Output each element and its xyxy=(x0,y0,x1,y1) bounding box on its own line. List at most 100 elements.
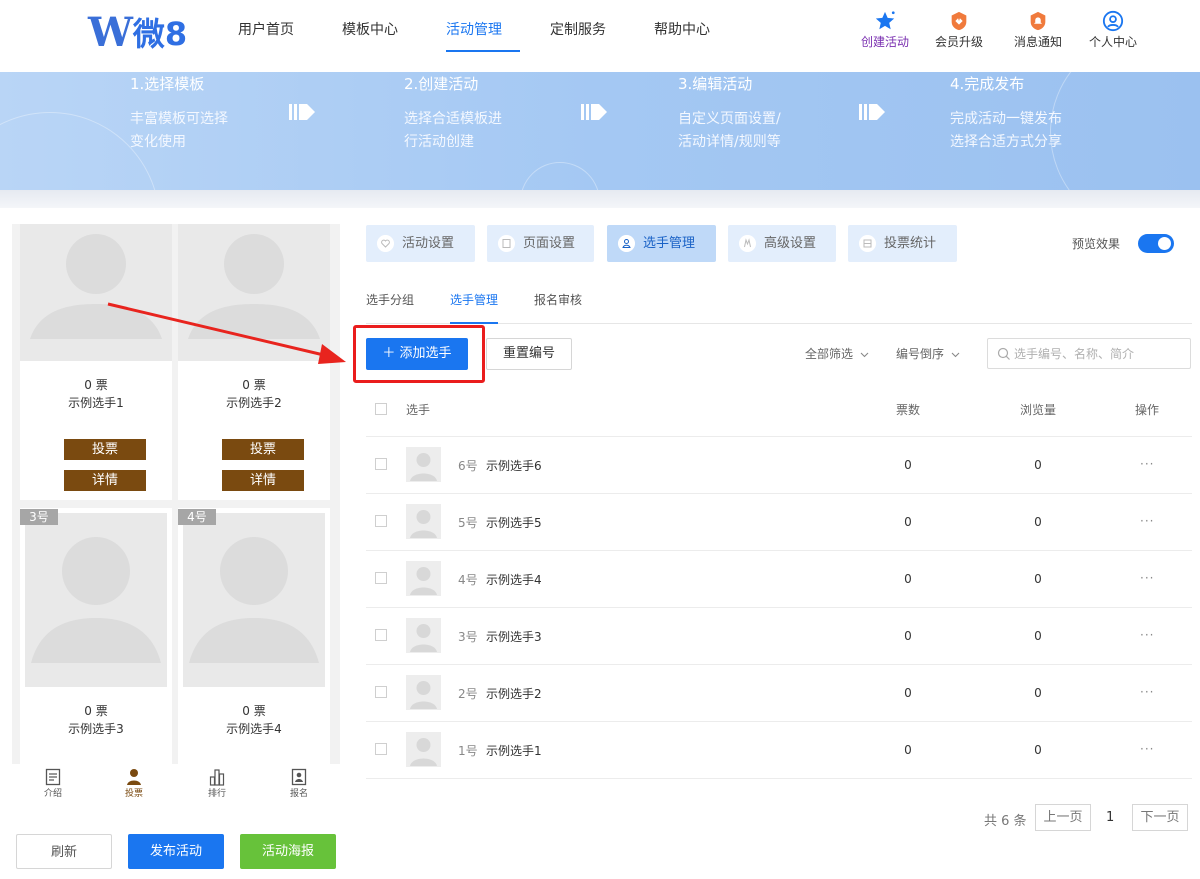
row-votes: 0 xyxy=(904,515,912,529)
filter-label: 全部筛选 xyxy=(805,347,854,361)
row-checkbox[interactable] xyxy=(375,686,387,698)
contestant-avatar xyxy=(406,675,441,710)
nav-custom-service[interactable]: 定制服务 xyxy=(550,20,606,52)
tab-page-settings[interactable]: 页面设置 xyxy=(487,225,594,262)
prev-page-button[interactable]: 上一页 xyxy=(1035,804,1091,831)
more-actions-button[interactable]: ··· xyxy=(1140,628,1154,642)
step-title: 1.选择模板 xyxy=(130,75,205,93)
nav-template-center[interactable]: 模板中心 xyxy=(342,20,398,52)
contestant-name: 示例选手5 xyxy=(486,516,542,530)
step-desc-line: 选择合适模板进 xyxy=(404,111,502,127)
row-views: 0 xyxy=(1034,515,1042,529)
tab-intro[interactable]: 介绍 xyxy=(28,768,78,799)
contestant-name: 示例选手2 xyxy=(226,396,282,410)
contestant-number: 4号 xyxy=(458,573,478,587)
detail-button[interactable]: 详情 xyxy=(222,470,304,491)
row-checkbox[interactable] xyxy=(375,572,387,584)
subtab-contestant-management[interactable]: 选手管理 xyxy=(450,291,498,308)
tab-vote[interactable]: 投票 xyxy=(109,768,159,799)
tab-label: 投票统计 xyxy=(884,236,937,251)
row-checkbox[interactable] xyxy=(375,629,387,641)
row-checkbox[interactable] xyxy=(375,743,387,755)
preview-toggle[interactable] xyxy=(1138,234,1174,253)
personal-center-label: 个人中心 xyxy=(1088,35,1137,49)
step-desc-line: 自定义页面设置/ xyxy=(678,111,781,127)
contestant-number-badge: 3号 xyxy=(20,509,58,525)
header-votes: 票数 xyxy=(896,403,921,417)
contestant-name: 示例选手4 xyxy=(486,573,542,587)
contestant-photo xyxy=(183,513,325,687)
row-checkbox[interactable] xyxy=(375,515,387,527)
subtab-signup-review[interactable]: 报名审核 xyxy=(534,291,582,308)
document-icon xyxy=(45,768,61,786)
chevron-down-icon xyxy=(951,352,960,357)
nav-help-center[interactable]: 帮助中心 xyxy=(654,20,710,52)
contestant-card[interactable]: 3号 0 票 示例选手3 xyxy=(20,508,172,764)
top-navigation: W 微8 用户首页 模板中心 活动管理 定制服务 帮助中心 创建活动 会员升级 … xyxy=(0,0,1200,72)
row-views: 0 xyxy=(1034,686,1042,700)
step-1: 1.选择模板 丰富模板可选择 变化使用 xyxy=(130,72,228,154)
tab-contestant-management[interactable]: 选手管理 xyxy=(607,225,716,262)
more-actions-button[interactable]: ··· xyxy=(1140,685,1154,699)
filter-all-dropdown[interactable]: 全部筛选 xyxy=(805,345,869,362)
vote-button[interactable]: 投票 xyxy=(222,439,304,460)
avatar-placeholder-icon xyxy=(410,624,437,652)
contestant-avatar xyxy=(406,504,441,539)
tab-ranking[interactable]: 排行 xyxy=(192,768,242,799)
tab-label: 活动设置 xyxy=(402,236,455,251)
heart-icon xyxy=(377,235,394,252)
personal-center-button[interactable]: 个人中心 xyxy=(1083,10,1143,50)
refresh-button[interactable]: 刷新 xyxy=(16,834,112,869)
avatar-placeholder-icon xyxy=(410,453,437,481)
row-views: 0 xyxy=(1034,572,1042,586)
row-views: 0 xyxy=(1034,458,1042,472)
nav-active-underline xyxy=(446,50,520,52)
notifications-label: 消息通知 xyxy=(1013,35,1062,49)
search-box[interactable] xyxy=(987,338,1191,369)
contestant-photo xyxy=(25,513,167,687)
contestant-avatar xyxy=(406,732,441,767)
chevron-down-icon xyxy=(860,352,869,357)
contestant-number: 2号 xyxy=(458,687,478,701)
next-page-button[interactable]: 下一页 xyxy=(1132,804,1188,831)
current-page[interactable]: 1 xyxy=(1106,810,1114,825)
search-input[interactable] xyxy=(1014,344,1184,364)
row-checkbox[interactable] xyxy=(375,458,387,470)
select-all-checkbox[interactable] xyxy=(375,403,387,415)
detail-button[interactable]: 详情 xyxy=(64,470,146,491)
sort-dropdown[interactable]: 编号倒序 xyxy=(896,345,960,362)
reset-number-button[interactable]: 重置编号 xyxy=(486,338,572,370)
contestant-card[interactable]: 4号 0 票 示例选手4 xyxy=(178,508,330,764)
member-upgrade-button[interactable]: 会员升级 xyxy=(929,10,989,50)
total-count: 共 6 条 xyxy=(984,814,1027,829)
row-views: 0 xyxy=(1034,629,1042,643)
notifications-button[interactable]: 消息通知 xyxy=(1008,10,1068,50)
tab-activity-settings[interactable]: 活动设置 xyxy=(366,225,475,262)
contestant-number: 3号 xyxy=(458,630,478,644)
tab-signup[interactable]: 报名 xyxy=(274,768,324,799)
subtab-contestant-groups[interactable]: 选手分组 xyxy=(366,291,414,308)
activity-poster-button[interactable]: 活动海报 xyxy=(240,834,336,869)
contestant-votes: 0 票 xyxy=(242,704,266,718)
tab-label: 页面设置 xyxy=(523,236,576,251)
vote-button[interactable]: 投票 xyxy=(64,439,146,460)
more-actions-button[interactable]: ··· xyxy=(1140,514,1154,528)
step-desc: 选择合适模板进 行活动创建 xyxy=(404,108,502,154)
nav-user-home[interactable]: 用户首页 xyxy=(238,20,294,52)
more-actions-button[interactable]: ··· xyxy=(1140,571,1154,585)
contestant-number: 5号 xyxy=(458,516,478,530)
more-actions-button[interactable]: ··· xyxy=(1140,457,1154,471)
avatar-placeholder-icon xyxy=(410,681,437,709)
tab-advanced-settings[interactable]: 高级设置 xyxy=(728,225,836,262)
more-actions-button[interactable]: ··· xyxy=(1140,742,1154,756)
tab-vote-statistics[interactable]: 投票统计 xyxy=(848,225,957,262)
nav-activity-management[interactable]: 活动管理 xyxy=(446,20,502,52)
logo[interactable]: W 微8 xyxy=(88,9,187,56)
avatar-placeholder-icon xyxy=(410,738,437,766)
avatar-placeholder-icon xyxy=(31,537,161,663)
advanced-icon xyxy=(739,235,756,252)
create-activity-button[interactable]: 创建活动 xyxy=(855,10,915,50)
step-4: 4.完成发布 完成活动一键发布 选择合适方式分享 xyxy=(950,72,1062,154)
step-arrow-icon xyxy=(581,104,607,120)
publish-activity-button[interactable]: 发布活动 xyxy=(128,834,224,869)
